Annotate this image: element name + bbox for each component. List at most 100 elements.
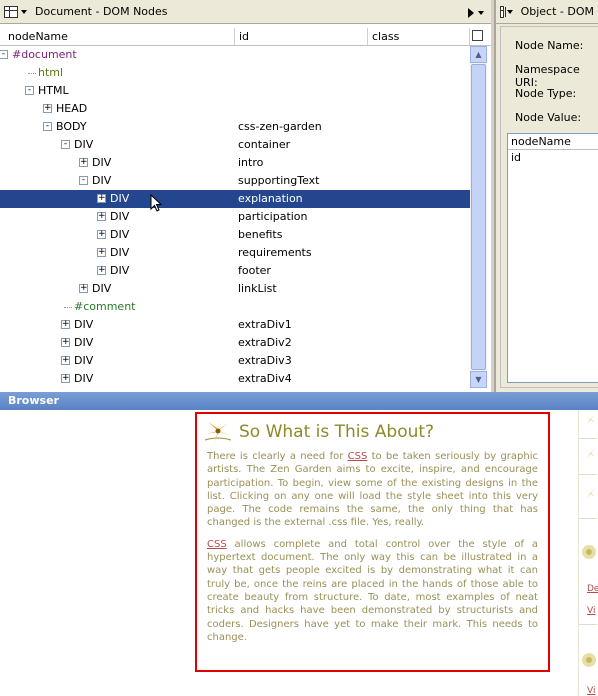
node-type-label: Node Type: [515,87,577,100]
tree-row[interactable]: + DIV extraDiv4 [0,370,470,388]
tree-row[interactable]: + DIV extraDiv3 [0,352,470,370]
grid-view-icon[interactable] [4,5,18,18]
attribute-list[interactable]: nodeName id [507,133,598,383]
tree-row[interactable]: - BODY css-zen-garden [0,118,470,136]
tree-row[interactable]: - DIV supportingText [0,172,470,190]
node-name: DIV [92,174,112,187]
dom-nodes-titlebar: Document - DOM Nodes [0,0,491,24]
node-name-label: Node Name: [515,39,584,52]
dropdown-arrow-icon[interactable] [506,9,513,14]
flower-icon [584,414,596,425]
node-id: explanation [238,192,303,205]
tree-row[interactable]: + DIV participation [0,208,470,226]
highlighted-explanation-div[interactable]: So What is This About? There is clearly … [195,412,550,672]
collapse-icon[interactable]: - [0,50,8,59]
tree-row[interactable]: html [0,64,470,82]
panel-title: Object - DOM [520,5,594,18]
browser-title-bar: Browser [0,392,598,410]
node-name: BODY [56,120,87,133]
dom-tree-scrollbar[interactable]: ▲ ▼ [470,46,487,388]
css-link[interactable]: CSS [207,539,227,550]
tree-row[interactable]: + DIV footer [0,262,470,280]
flower-icon [584,448,596,459]
expand-icon[interactable]: + [97,212,106,221]
collapse-icon[interactable]: - [43,122,52,131]
node-name: DIV [74,318,94,331]
node-name: html [38,66,64,79]
collapse-icon[interactable]: - [61,140,70,149]
mouse-cursor-icon [150,194,163,212]
flower-icon [584,488,596,499]
sidebar-link[interactable]: Vi [587,686,595,696]
panel-title: Document - DOM Nodes [35,5,168,18]
object-titlebar: Object - DOM [496,0,598,24]
dom-nodes-panel: Document - DOM Nodes nodeName id class -… [0,0,491,392]
attribute-list-header[interactable]: nodeName [508,134,598,150]
paragraph-2-text: allows complete and total control over t… [207,538,538,643]
node-name: DIV [74,354,94,367]
expand-icon[interactable]: + [61,374,70,383]
panel-menu-arrow-icon[interactable] [478,11,484,15]
paragraph-2: CSS allows complete and total control ov… [207,538,538,644]
flower-icon [204,422,232,442]
scroll-down-icon[interactable]: ▼ [470,371,487,388]
node-id: intro [238,156,264,169]
sidebar-link[interactable]: De [587,584,598,594]
node-name: DIV [110,210,130,223]
tree-row[interactable]: + DIV intro [0,154,470,172]
expand-icon[interactable]: + [79,158,88,167]
node-name: DIV [110,192,130,205]
daisy-icon [582,545,596,559]
node-id: requirements [238,246,312,259]
scroll-thumb[interactable] [471,64,486,370]
dropdown-arrow-icon[interactable] [21,9,27,14]
tree-row[interactable]: + DIV extraDiv1 [0,316,470,334]
tree-row[interactable]: - DIV container [0,136,470,154]
node-id: benefits [238,228,283,241]
expand-icon[interactable]: + [61,320,70,329]
tree-row[interactable]: #comment [0,298,470,316]
tree-row[interactable]: + DIV requirements [0,244,470,262]
paragraph-1: There is clearly a need for CSS to be ta… [207,450,538,530]
node-name: DIV [92,156,112,169]
expand-icon[interactable]: + [97,266,106,275]
tree-row[interactable]: + DIV benefits [0,226,470,244]
play-arrow-icon[interactable] [468,8,474,18]
expand-icon[interactable]: + [61,338,70,347]
tree-row[interactable]: + DIV linkList [0,280,470,298]
sidebar-link[interactable]: Vi [587,606,595,616]
tree-row[interactable]: +DIVexplanation≡ [0,190,480,208]
node-name: DIV [92,282,112,295]
expand-icon[interactable]: + [79,284,88,293]
expand-icon[interactable]: + [97,248,106,257]
column-chooser-icon[interactable] [472,30,483,41]
column-header-id[interactable]: id [235,28,368,45]
scroll-up-icon[interactable]: ▲ [470,46,487,63]
paragraph-1-text: to be taken seriously by graphic artists… [207,451,539,529]
expand-icon[interactable]: + [97,230,106,239]
attribute-item[interactable]: id [508,150,598,165]
collapse-icon[interactable]: - [79,176,88,185]
column-header-row: nodeName id class [0,28,491,46]
node-id: container [238,138,291,151]
expand-icon[interactable]: + [61,356,70,365]
tree-row[interactable]: + DIV extraDiv2 [0,334,470,352]
expand-icon[interactable]: + [43,104,52,113]
expand-icon[interactable]: + [97,194,106,203]
node-id: participation [238,210,308,223]
node-value-label: Node Value: [515,111,582,124]
grid-view-icon[interactable] [500,5,506,18]
collapse-icon[interactable]: - [25,86,34,95]
column-header-nodename[interactable]: nodeName [4,28,235,45]
tree-row[interactable]: - HTML [0,82,470,100]
sidebar-strip: De Vi Vi [578,410,598,696]
node-name: #document [12,48,77,61]
column-header-class[interactable]: class [368,28,470,45]
tree-row[interactable]: - #document [0,46,470,64]
node-name: DIV [74,372,94,385]
node-name: DIV [74,138,94,151]
node-id: css-zen-garden [238,120,322,133]
tree-row[interactable]: + HEAD [0,100,470,118]
node-name: DIV [110,264,130,277]
css-link[interactable]: CSS [348,451,368,462]
